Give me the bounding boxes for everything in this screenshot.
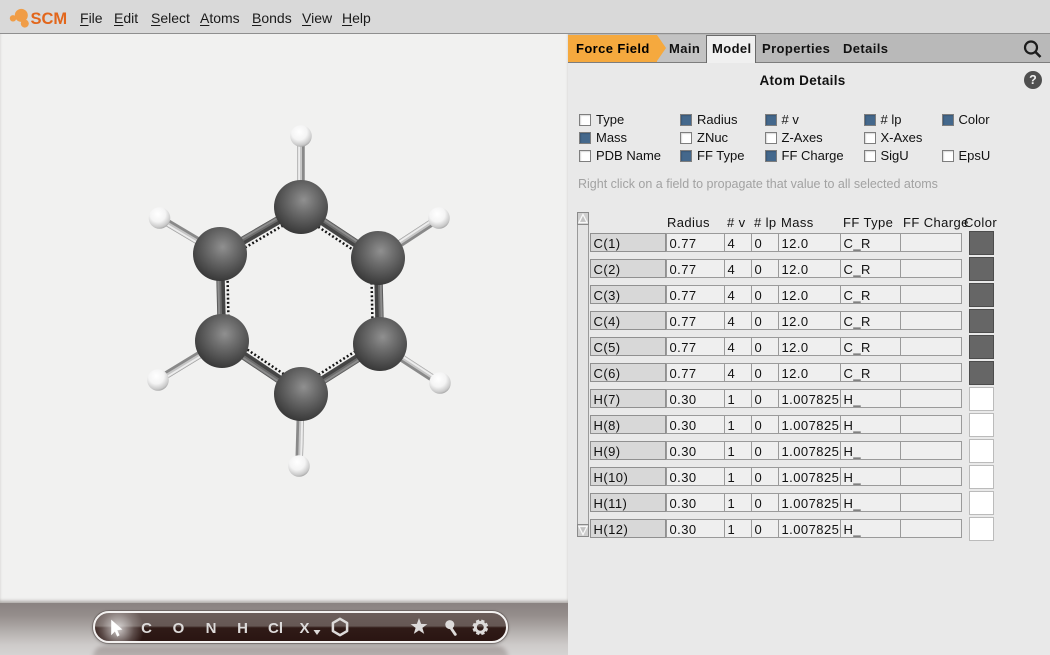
svg-text:SCM: SCM <box>31 10 68 28</box>
svg-text:Cl: Cl <box>268 620 283 637</box>
svg-text:O: O <box>173 620 185 637</box>
svg-text:C: C <box>141 620 152 637</box>
svg-text:X: X <box>299 620 309 637</box>
svg-text:H: H <box>237 620 248 637</box>
svg-text:N: N <box>206 620 217 637</box>
